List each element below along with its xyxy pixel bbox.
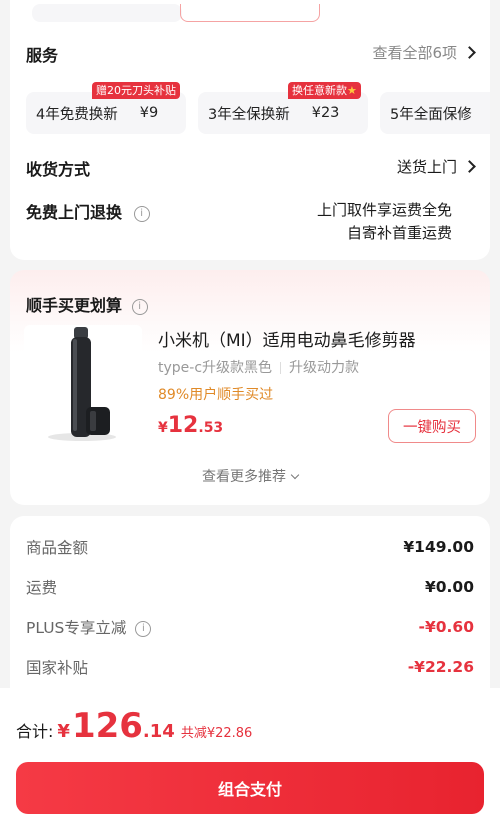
returns-label: 免费上门退换 <box>26 203 123 222</box>
view-all-label: 查看全部6项 <box>372 44 457 62</box>
price-integer: 12 <box>167 413 199 438</box>
chevron-down-icon <box>290 470 300 480</box>
nose-trimmer-image <box>24 325 142 441</box>
product-buy-rate: 89%用户顺手买过 <box>158 387 274 403</box>
price-symbol: ¥ <box>158 420 168 436</box>
returns-line-1: 上门取件享运费全免 <box>316 201 452 219</box>
returns-line-2: 自寄补首重运费 <box>346 224 452 242</box>
product-name[interactable]: 小米机（MI）适用电动鼻毛修剪器 <box>158 326 416 351</box>
product-price: ¥12.53 <box>158 413 223 438</box>
service-option-price: ¥9 <box>139 105 159 121</box>
service-title: 服务 <box>26 46 59 65</box>
chevron-right-icon <box>463 46 476 59</box>
total-integer: 126 <box>71 706 143 746</box>
summary-label: 国家补贴 <box>26 659 89 677</box>
summary-value: ¥149.00 <box>403 538 474 556</box>
info-icon[interactable]: i <box>131 298 148 315</box>
summary-row: 商品金额 ¥149.00 <box>26 536 474 558</box>
summary-label: 运费 <box>26 579 58 597</box>
price-summary-card: 商品金额 ¥149.00 运费 ¥0.00 PLUS专享立减 i -¥0.60 … <box>10 516 490 716</box>
summary-value: ¥0.00 <box>424 578 474 596</box>
total-amount: 合计: ¥ 126 .14 共减¥22.86 <box>16 706 252 746</box>
price-decimal: .53 <box>198 420 224 436</box>
view-all-services-link[interactable]: 查看全部6项 <box>372 42 476 63</box>
service-option-price: ¥23 <box>311 105 340 121</box>
recommend-title-text: 顺手买更划算 <box>26 296 123 315</box>
summary-value: -¥0.60 <box>418 618 474 636</box>
service-option-name: 4年免费换新 <box>36 106 118 123</box>
checkout-bar: 合计: ¥ 126 .14 共减¥22.86 组合支付 <box>0 688 500 824</box>
delivery-label: 收货方式 <box>26 160 91 179</box>
previous-option-stub <box>32 4 182 22</box>
summary-row: PLUS专享立减 i -¥0.60 <box>26 616 474 638</box>
see-more-recommendations[interactable]: 查看更多推荐 <box>10 466 490 486</box>
info-icon[interactable]: i <box>135 620 152 637</box>
service-option-name: 3年全保换新 <box>208 106 290 123</box>
summary-row: 运费 ¥0.00 <box>26 576 474 598</box>
summary-row: 国家补贴 -¥22.26 <box>26 656 474 678</box>
summary-label: 商品金额 <box>26 539 89 557</box>
recommend-title: 顺手买更划算 i <box>26 292 148 316</box>
total-label: 合计: <box>16 722 54 741</box>
recommend-card: 顺手买更划算 i 小米机（MI）适用电动鼻毛修剪器 type-c升级款黑色 升级动… <box>10 270 490 505</box>
summary-label: PLUS专享立减 <box>26 619 127 637</box>
total-decimal: .14 <box>142 721 175 742</box>
product-spec-2: 升级动力款 <box>289 360 360 376</box>
combined-pay-button[interactable]: 组合支付 <box>16 762 484 814</box>
returns-detail: 上门取件享运费全免 自寄补首重运费 <box>317 199 452 245</box>
service-option-name: 5年全面保修 <box>390 106 472 123</box>
product-spec: type-c升级款黑色 升级动力款 <box>158 357 359 377</box>
returns-row-title: 免费上门退换 i <box>26 199 150 223</box>
total-saved: 共减¥22.86 <box>180 726 253 741</box>
delivery-value: 送货上门 <box>396 158 457 176</box>
chevron-right-icon <box>463 160 476 173</box>
summary-value: -¥22.26 <box>407 658 474 676</box>
service-option-2-tag: 换任意新款★ <box>288 82 361 99</box>
see-more-label: 查看更多推荐 <box>202 469 286 485</box>
service-option-3[interactable]: 5年全面保修 <box>380 92 490 134</box>
service-option-2-tag-text: 换任意新款 <box>292 84 347 97</box>
info-icon[interactable]: i <box>133 205 150 222</box>
delivery-method-selector[interactable]: 送货上门 <box>396 156 476 177</box>
previous-selected-option-stub <box>180 4 320 22</box>
service-card: 服务 查看全部6项 4年免费换新 ¥9 3年全保换新 ¥23 5年全面保修 赠2… <box>10 0 490 260</box>
one-click-buy-button[interactable]: 一键购买 <box>388 409 476 443</box>
total-symbol: ¥ <box>57 721 70 742</box>
star-icon: ★ <box>347 84 357 97</box>
product-image[interactable] <box>24 325 142 441</box>
product-spec-1: type-c升级款黑色 <box>158 360 273 376</box>
summary-label-with-icon: PLUS专享立减 i <box>26 616 152 638</box>
service-option-1-tag: 赠20元刀头补贴 <box>92 82 180 99</box>
spec-divider <box>280 362 282 374</box>
